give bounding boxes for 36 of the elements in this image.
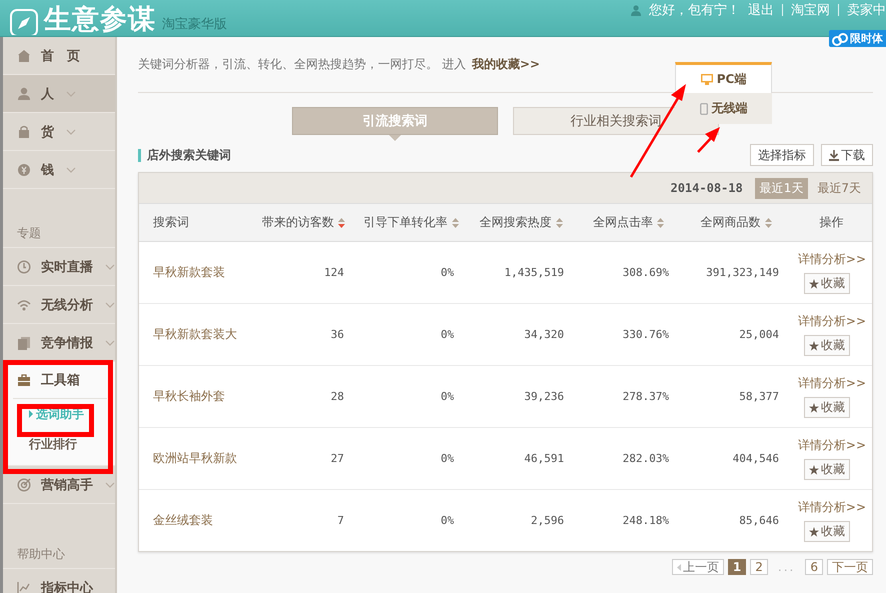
intro-text: 关键词分析器，引流、转化、全网热搜趋势，一网打尽。 进入 (138, 56, 466, 73)
table-cell-text: 39,236 (523, 390, 565, 403)
table-cell-text: 330.76% (622, 328, 670, 341)
table-cell-text: 2,596 (530, 514, 565, 527)
table-cell-text: 25,004 (738, 328, 780, 341)
table-cell-text: 36 (330, 328, 345, 341)
table-cell-text: 308.69% (622, 266, 670, 279)
column-header: 操作 (820, 214, 844, 231)
table-cell-text: 282.03% (622, 452, 670, 465)
table-cell-text: 0% (440, 266, 455, 279)
table-cell-text: 248.18% (622, 514, 670, 527)
table-cell-text: 46,591 (523, 452, 565, 465)
section-heading: 帮助中心 (17, 546, 65, 563)
table-cell-text: 278.37% (622, 390, 670, 403)
section-title: 店外搜索关键词 (138, 148, 231, 162)
table-cell-text: 0% (440, 390, 455, 403)
greeting: 您好，包有宁！ (649, 2, 740, 19)
edition-label: 淘宝豪华版 (162, 16, 227, 33)
table-cell-text: 28 (330, 390, 345, 403)
table-cell-text: 27 (330, 452, 345, 465)
table-cell-text: 85,646 (738, 514, 780, 527)
table-cell-text: 0% (440, 514, 455, 527)
table-cell-text: 124 (323, 266, 345, 279)
table-cell-text: 1,435,519 (503, 266, 565, 279)
table-cell-text: 7 (336, 514, 345, 527)
date-label: 2014-08-18 (670, 181, 743, 195)
table-cell-text: 0% (440, 328, 455, 341)
table-cell-text: 58,377 (738, 390, 780, 403)
table-cell-text: 0% (440, 452, 455, 465)
page-ellipsis: ... (776, 560, 796, 574)
section-heading: 专题 (17, 225, 41, 242)
table-cell-text: 391,323,149 (705, 266, 780, 279)
column-header: 搜索词 (153, 214, 189, 231)
table-cell-text: 404,546 (732, 452, 780, 465)
table-cell-text: 34,320 (523, 328, 565, 341)
app-title: 生意参谋 (44, 5, 156, 35)
